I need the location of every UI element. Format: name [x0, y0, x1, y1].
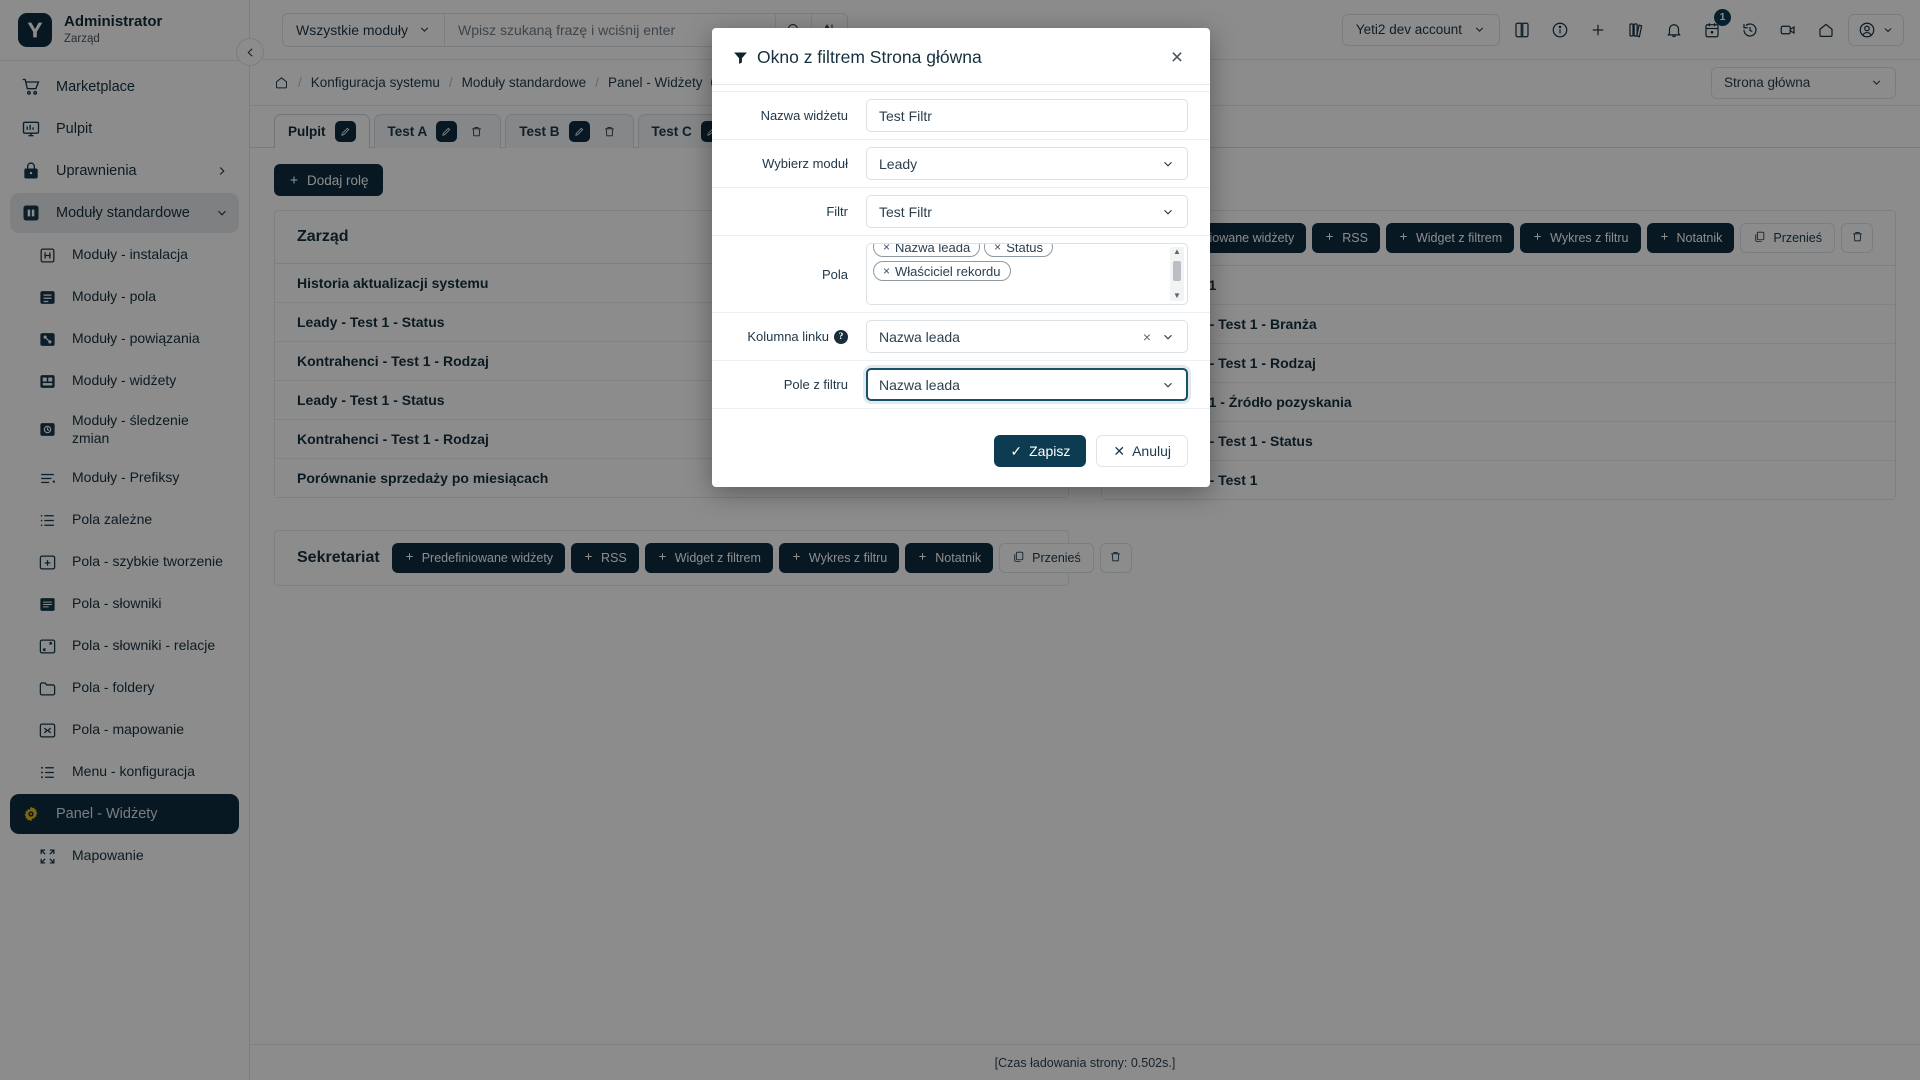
filter-select[interactable]: Test Filtr: [866, 195, 1188, 228]
field-tag-label: Właściciel rekordu: [895, 263, 1001, 279]
clear-icon[interactable]: ×: [1139, 329, 1161, 345]
module-select[interactable]: Leady: [866, 147, 1188, 180]
close-icon[interactable]: ×: [1164, 44, 1190, 70]
remove-tag-icon[interactable]: ×: [883, 244, 890, 253]
remove-tag-icon[interactable]: ×: [994, 244, 1001, 253]
field-row-fields: Pola × Nazwa leada × Status × Właściciel reko…: [712, 236, 1210, 313]
check-icon: ✓: [1010, 442, 1023, 459]
widget-name-label: Nazwa widżetu: [760, 108, 848, 123]
link-column-value: Nazwa leada: [879, 328, 960, 345]
cancel-label: Anuluj: [1132, 443, 1171, 459]
link-column-label-wrap: Kolumna linku ?: [734, 329, 866, 344]
chevron-down-icon: [1164, 334, 1172, 340]
remove-tag-icon[interactable]: ×: [883, 265, 890, 277]
field-row-link-column: Kolumna linku ? Nazwa leada ×: [712, 313, 1210, 361]
field-row-filter-field: Pole z filtru Nazwa leada: [712, 361, 1210, 409]
fields-label: Pola: [821, 266, 848, 282]
fields-scrollbar[interactable]: ▲ ▼: [1170, 247, 1184, 301]
field-tag-label: Nazwa leada: [895, 243, 971, 255]
cancel-button[interactable]: ✕ Anuluj: [1096, 435, 1188, 467]
filter-select-value: Test Filtr: [879, 203, 932, 220]
save-label: Zapisz: [1029, 443, 1071, 459]
modal-footer: ✓ Zapisz ✕ Anuluj: [712, 419, 1210, 487]
modal-title: Okno z filtrem Strona główna: [757, 46, 982, 67]
module-select-value: Leady: [879, 155, 918, 172]
filter-field-label: Pole z filtru: [783, 377, 848, 392]
field-tag[interactable]: × Właściciel rekordu: [873, 261, 1011, 281]
field-tag[interactable]: × Nazwa leada: [873, 243, 981, 257]
field-row-filter: Filtr Test Filtr: [712, 188, 1210, 236]
field-row-module: Wybierz moduł Leady: [712, 140, 1210, 188]
chevron-down-icon: [1164, 209, 1172, 215]
app-root: Administrator Zarząd Marketplace Pulpit Up…: [0, 0, 1920, 1080]
field-tag[interactable]: × Status: [984, 243, 1054, 257]
filter-label: Filtr: [826, 204, 848, 219]
filter-field-value: Nazwa leada: [879, 376, 960, 393]
fields-tag-list: × Nazwa leada × Status × Właściciel rekordu: [873, 243, 1165, 281]
field-tag-label: Status: [1006, 243, 1044, 255]
scrollbar-thumb[interactable]: [1173, 261, 1181, 281]
scroll-up-icon[interactable]: ▲: [1173, 248, 1181, 256]
modal-body: Nazwa widżetu Wybierz moduł Leady Filtr: [712, 85, 1210, 419]
help-icon[interactable]: ?: [834, 329, 848, 344]
modal-title-wrap: Okno z filtrem Strona główna: [732, 47, 982, 68]
chevron-down-icon: [1164, 161, 1172, 167]
filter-widget-modal: Okno z filtrem Strona główna × Nazwa wid…: [712, 28, 1210, 487]
link-column-label: Kolumna linku: [747, 329, 829, 344]
filter-icon: [734, 52, 747, 64]
fields-multiselect[interactable]: × Nazwa leada × Status × Właściciel rekordu ▲…: [866, 243, 1188, 305]
filter-field-select[interactable]: Nazwa leada: [866, 368, 1188, 401]
close-icon: ✕: [1113, 442, 1126, 459]
widget-name-input[interactable]: [866, 99, 1188, 132]
scroll-down-icon[interactable]: ▼: [1173, 292, 1181, 300]
field-row-widget-name: Nazwa widżetu: [712, 91, 1210, 140]
chevron-down-icon: [1164, 382, 1172, 388]
module-label: Wybierz moduł: [762, 156, 848, 171]
modal-header: Okno z filtrem Strona główna ×: [712, 28, 1210, 85]
save-button[interactable]: ✓ Zapisz: [994, 435, 1087, 467]
link-column-select[interactable]: Nazwa leada ×: [866, 320, 1188, 353]
